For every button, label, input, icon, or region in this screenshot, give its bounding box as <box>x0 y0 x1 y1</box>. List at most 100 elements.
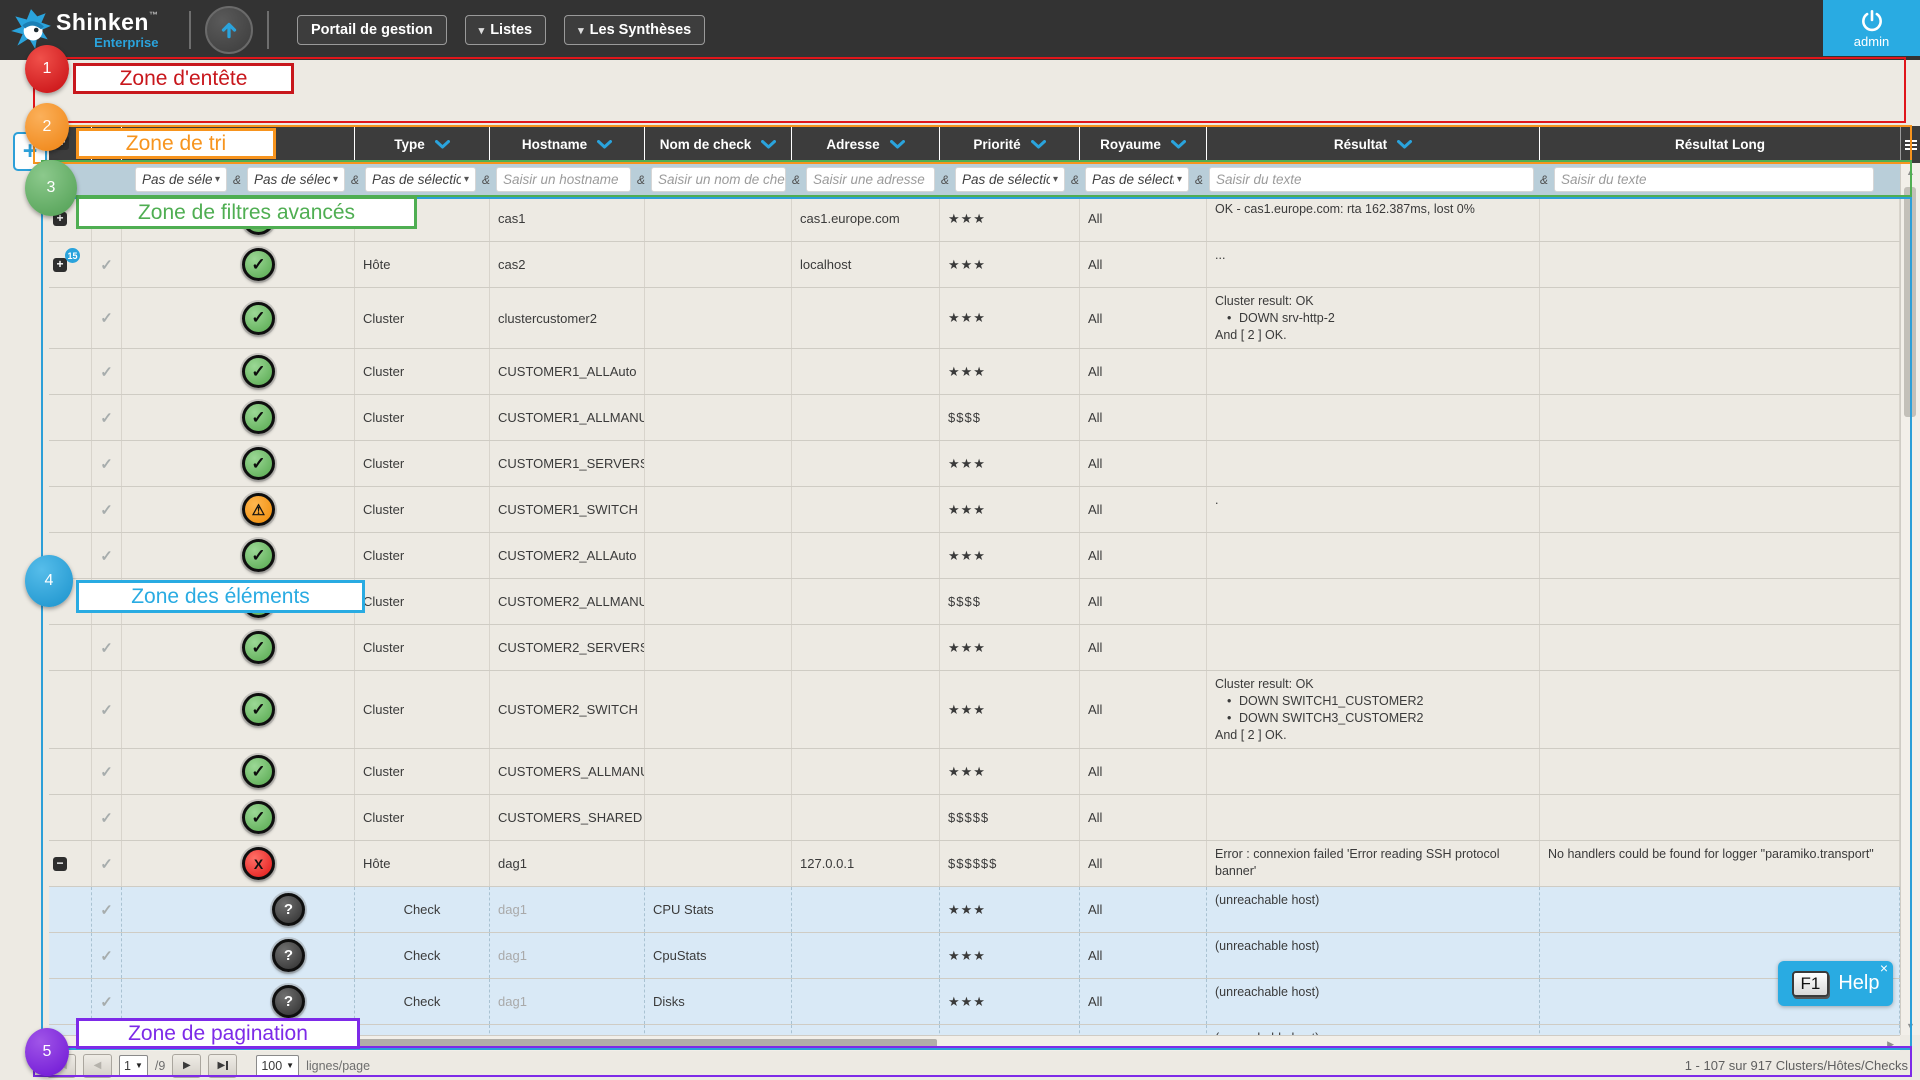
nav-les-syntheses[interactable]: ▾Les Synthèses <box>564 15 705 45</box>
column-header-resultat-long[interactable]: Résultat Long <box>1540 126 1900 163</box>
cell-text: ★★★ <box>948 994 986 1010</box>
table-row[interactable]: ✓✓ClusterCUSTOMER2_SERVERS★★★All <box>49 625 1900 671</box>
row-selected-checkmark[interactable]: ✓ <box>100 547 113 565</box>
cell-status: ✓ <box>122 671 355 748</box>
result-long-text: No handlers could be found for logger "p… <box>1548 846 1891 863</box>
row-selected-checkmark[interactable]: ✓ <box>100 256 113 274</box>
last-page-button[interactable]: ▶ <box>208 1054 237 1078</box>
row-selected-checkmark[interactable]: ✓ <box>100 409 113 427</box>
column-header-hostname[interactable]: Hostname <box>490 126 645 163</box>
power-icon <box>1859 8 1885 34</box>
table-row[interactable]: ✓✓ClusterCUSTOMER1_ALLAuto★★★All <box>49 349 1900 395</box>
cell-text: CPU Stats <box>653 902 714 917</box>
cell-text: All <box>1088 948 1102 963</box>
vertical-scroll-thumb[interactable] <box>1904 187 1916 417</box>
page-select[interactable]: 1▼ <box>119 1055 148 1077</box>
column-header-royaume[interactable]: Royaume <box>1080 126 1207 163</box>
cell-text: All <box>1088 702 1102 717</box>
check-name-filter[interactable]: Saisir un nom de check <box>651 167 786 192</box>
cell-type: Cluster <box>355 795 490 840</box>
cell-text: ★★★ <box>948 211 986 227</box>
cell-realm: All <box>1080 749 1207 794</box>
table-row[interactable]: ✓✓ClusterCUSTOMER2_SWITCH★★★AllCluster r… <box>49 671 1900 749</box>
status-filter-2[interactable]: Pas de sélection▾ <box>247 167 345 192</box>
scroll-up-icon[interactable]: ▲ <box>1901 167 1920 177</box>
expand-row-button[interactable]: + <box>53 258 67 272</box>
cell-realm: All <box>1080 288 1207 348</box>
column-menu-button[interactable] <box>1900 126 1920 163</box>
collapse-row-button[interactable]: − <box>53 857 67 871</box>
nav-portail-de-gestion[interactable]: Portail de gestion <box>297 15 447 45</box>
row-selected-checkmark[interactable]: ✓ <box>100 763 113 781</box>
cell-result: ... <box>1207 242 1540 287</box>
row-selected-checkmark[interactable]: ✓ <box>100 809 113 827</box>
type-filter[interactable]: Pas de sélection▾ <box>365 167 476 192</box>
close-help-icon[interactable]: × <box>1880 960 1888 976</box>
row-selected-checkmark[interactable]: ✓ <box>100 363 113 381</box>
row-selected-checkmark[interactable]: ✓ <box>100 639 113 657</box>
cell-priority: ★★★ <box>940 625 1080 670</box>
table-row[interactable]: ✓✓ClusterCUSTOMER1_SERVERS★★★All <box>49 441 1900 487</box>
cell-text: CpuStats <box>653 948 706 963</box>
column-header-priorite[interactable]: Priorité <box>940 126 1080 163</box>
table-row[interactable]: ✓✓ClusterCUSTOMERS_ALLMANU★★★All <box>49 749 1900 795</box>
nav-listes[interactable]: ▾Listes <box>465 15 546 45</box>
cell-hostname: CUSTOMER1_SWITCH <box>490 487 645 532</box>
cell-text: CUSTOMERS_SHARED <box>498 810 642 825</box>
row-selected-checkmark[interactable]: ✓ <box>100 501 113 519</box>
table-row[interactable]: ✓✓Clusterclustercustomer2★★★AllCluster r… <box>49 288 1900 349</box>
scroll-top-button[interactable] <box>205 6 253 54</box>
table-row[interactable]: ✓✓ClusterCUSTOMER2_ALLAuto★★★All <box>49 533 1900 579</box>
table-row[interactable]: ✓?Checkdag1CpuStats★★★All(unreachable ho… <box>49 933 1900 979</box>
cell-hostname: CUSTOMER1_ALLAuto <box>490 349 645 394</box>
row-selected-checkmark[interactable]: ✓ <box>100 455 113 473</box>
status-ok-icon: ✓ <box>242 693 275 726</box>
shinken-logo[interactable]: Shinken™ Enterprise <box>10 7 175 53</box>
admin-user-button[interactable]: admin <box>1823 0 1920 56</box>
help-popup[interactable]: F1 Help × <box>1778 961 1893 1006</box>
priority-filter[interactable]: Pas de sélection▾ <box>955 167 1065 192</box>
table-row[interactable]: ✓✓ClusterCUSTOMER1_ALLMANU$$$$All <box>49 395 1900 441</box>
hostname-filter[interactable]: Saisir un hostname <box>496 167 631 192</box>
row-selected-checkmark[interactable]: ✓ <box>100 701 113 719</box>
column-header-nom-de-check[interactable]: Nom de check <box>645 126 792 163</box>
column-header-type[interactable]: Type <box>355 126 490 163</box>
row-selected-checkmark[interactable]: ✓ <box>100 309 113 327</box>
row-selected-checkmark[interactable]: ✓ <box>100 993 113 1011</box>
address-filter[interactable]: Saisir une adresse <box>806 167 935 192</box>
status-ok-icon: ✓ <box>242 355 275 388</box>
cell-text: localhost <box>800 257 851 272</box>
table-row[interactable]: −✓XHôtedag1127.0.0.1$$$$$$AllError : con… <box>49 841 1900 887</box>
cell-expand: +15 <box>49 242 92 287</box>
column-header-resultat[interactable]: Résultat <box>1207 126 1540 163</box>
result-bullet-line: DOWN srv-http-2 <box>1215 310 1531 327</box>
row-selected-checkmark[interactable]: ✓ <box>100 947 113 965</box>
cell-hostname: CUSTOMERS_ALLMANU <box>490 749 645 794</box>
sort-chevron-icon <box>597 140 612 149</box>
row-selected-checkmark[interactable]: ✓ <box>100 901 113 919</box>
previous-page-button[interactable]: ◀ <box>83 1054 112 1078</box>
vertical-scrollbar[interactable]: ▲ ▼ <box>1900 163 1920 1035</box>
next-page-button[interactable]: ▶ <box>172 1054 201 1078</box>
table-row[interactable]: ✓⚠ClusterCUSTOMER1_SWITCH★★★All. <box>49 487 1900 533</box>
status-filter[interactable]: Pas de sélection▾ <box>135 167 227 192</box>
result-filter[interactable]: Saisir du texte <box>1209 167 1534 192</box>
table-row[interactable]: +15✓✓Hôtecas2localhost★★★All... <box>49 242 1900 288</box>
per-page-select[interactable]: 100▼ <box>256 1055 299 1077</box>
topbar-divider <box>267 11 269 49</box>
cell-selected: ✓ <box>92 533 122 578</box>
result-bullet-line: DOWN SWITCH3_CUSTOMER2 <box>1215 710 1531 727</box>
status-ok-icon: ✓ <box>242 248 275 281</box>
result-long-filter[interactable]: Saisir du texte <box>1554 167 1874 192</box>
scroll-right-icon[interactable]: ▶ <box>1887 1039 1894 1050</box>
brand-text: Shinken™ Enterprise <box>56 11 158 49</box>
filter-and-separator: & <box>1534 173 1554 187</box>
table-row[interactable]: ✓?Checkdag1CPU Stats★★★All(unreachable h… <box>49 887 1900 933</box>
cell-result <box>1207 625 1540 670</box>
scroll-down-icon[interactable]: ▼ <box>1901 1021 1920 1031</box>
cell-text: ★★★ <box>948 502 986 518</box>
column-header-adresse[interactable]: Adresse <box>792 126 940 163</box>
table-row[interactable]: ✓✓ClusterCUSTOMERS_SHARED$$$$$All <box>49 795 1900 841</box>
realm-filter[interactable]: Pas de sélection▾ <box>1085 167 1189 192</box>
row-selected-checkmark[interactable]: ✓ <box>100 855 113 873</box>
